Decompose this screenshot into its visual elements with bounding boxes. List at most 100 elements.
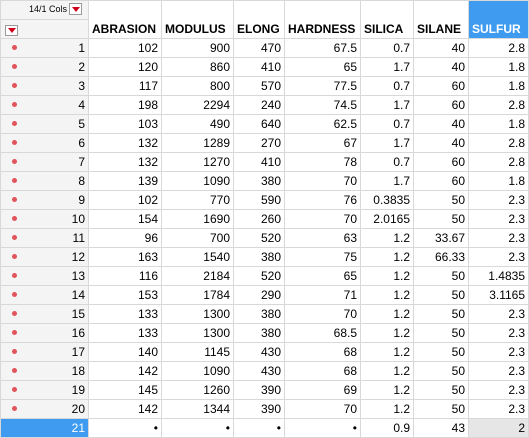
table-row[interactable]: 13 116 2184 520 65 1.2 50 1.4835 [0, 266, 529, 286]
row-header[interactable]: 10 [0, 209, 89, 229]
cell-abrasion[interactable]: 133 [88, 323, 162, 343]
cell-silica[interactable]: 1.2 [360, 266, 414, 286]
cell-sulfur[interactable]: 2.3 [468, 323, 529, 343]
cell-abrasion[interactable]: 153 [88, 285, 162, 305]
cell-modulus[interactable]: 2184 [161, 266, 234, 286]
cell-elong[interactable]: 640 [233, 114, 285, 134]
cell-silica[interactable]: 1.7 [360, 133, 414, 153]
cell-silica[interactable]: 0.7 [360, 152, 414, 172]
cell-sulfur[interactable]: 2.3 [468, 209, 529, 229]
table-row[interactable]: 18 142 1090 430 68 1.2 50 2.3 [0, 361, 529, 381]
table-row[interactable]: 19 145 1260 390 69 1.2 50 2.3 [0, 380, 529, 400]
cell-elong[interactable]: 390 [233, 399, 285, 419]
cell-abrasion[interactable]: 139 [88, 171, 162, 191]
cell-modulus[interactable]: 770 [161, 190, 234, 210]
row-header[interactable]: 8 [0, 171, 89, 191]
table-row[interactable]: 21 • • • • 0.9 43 2 [0, 418, 529, 438]
cell-elong[interactable]: • [233, 418, 285, 438]
cell-modulus[interactable]: 1090 [161, 171, 234, 191]
cell-silane[interactable]: 50 [413, 209, 469, 229]
cell-abrasion[interactable]: 117 [88, 76, 162, 96]
cell-silica[interactable]: 0.7 [360, 38, 414, 58]
cell-silane[interactable]: 50 [413, 380, 469, 400]
cell-elong[interactable]: 290 [233, 285, 285, 305]
cell-hardness[interactable]: 76 [284, 190, 361, 210]
cell-sulfur[interactable]: 2.3 [468, 361, 529, 381]
cell-hardness[interactable]: 74.5 [284, 95, 361, 115]
row-header[interactable]: 1 [0, 38, 89, 58]
row-header[interactable]: 13 [0, 266, 89, 286]
cell-modulus[interactable]: 1145 [161, 342, 234, 362]
cell-hardness[interactable]: 62.5 [284, 114, 361, 134]
cell-silane[interactable]: 50 [413, 323, 469, 343]
cell-hardness[interactable]: 70 [284, 304, 361, 324]
cell-abrasion[interactable]: 154 [88, 209, 162, 229]
cell-elong[interactable]: 520 [233, 266, 285, 286]
cell-silica[interactable]: 0.7 [360, 76, 414, 96]
cell-abrasion[interactable]: 145 [88, 380, 162, 400]
cell-silane[interactable]: 33.67 [413, 228, 469, 248]
cell-elong[interactable]: 380 [233, 323, 285, 343]
cell-silane[interactable]: 50 [413, 304, 469, 324]
cell-silane[interactable]: 40 [413, 38, 469, 58]
cell-elong[interactable]: 380 [233, 304, 285, 324]
cell-modulus[interactable]: 2294 [161, 95, 234, 115]
cell-modulus[interactable]: 860 [161, 57, 234, 77]
cell-modulus[interactable]: 700 [161, 228, 234, 248]
cell-sulfur[interactable]: 1.8 [468, 171, 529, 191]
cell-silica[interactable]: 1.2 [360, 323, 414, 343]
cell-hardness[interactable]: 65 [284, 57, 361, 77]
table-row[interactable]: 10 154 1690 260 70 2.0165 50 2.3 [0, 209, 529, 229]
cell-sulfur[interactable]: 2.8 [468, 38, 529, 58]
cell-hardness[interactable]: 69 [284, 380, 361, 400]
cell-modulus[interactable]: 1690 [161, 209, 234, 229]
cell-elong[interactable]: 380 [233, 171, 285, 191]
cell-hardness[interactable]: 67 [284, 133, 361, 153]
row-header[interactable]: 16 [0, 323, 89, 343]
cell-silica[interactable]: 1.2 [360, 342, 414, 362]
cell-modulus[interactable]: 1540 [161, 247, 234, 267]
cell-silane[interactable]: 50 [413, 399, 469, 419]
cell-silane[interactable]: 50 [413, 285, 469, 305]
cell-sulfur[interactable]: 2.3 [468, 399, 529, 419]
table-row[interactable]: 4 198 2294 240 74.5 1.7 60 2.8 [0, 95, 529, 115]
cell-elong[interactable]: 270 [233, 133, 285, 153]
cell-hardness[interactable]: 63 [284, 228, 361, 248]
cell-abrasion[interactable]: • [88, 418, 162, 438]
cell-modulus[interactable]: 1260 [161, 380, 234, 400]
rows-menu-arrow-icon[interactable] [5, 25, 18, 36]
table-row[interactable]: 1 102 900 470 67.5 0.7 40 2.8 [0, 38, 529, 58]
cell-silica[interactable]: 2.0165 [360, 209, 414, 229]
cell-sulfur[interactable]: 2.3 [468, 190, 529, 210]
row-header[interactable]: 7 [0, 152, 89, 172]
table-row[interactable]: 5 103 490 640 62.5 0.7 40 1.8 [0, 114, 529, 134]
cell-sulfur[interactable]: 1.8 [468, 76, 529, 96]
column-header-silica[interactable]: SILICA [360, 0, 414, 39]
cell-abrasion[interactable]: 142 [88, 399, 162, 419]
cell-silane[interactable]: 60 [413, 95, 469, 115]
cell-modulus[interactable]: 1784 [161, 285, 234, 305]
cell-modulus[interactable]: 900 [161, 38, 234, 58]
row-header[interactable]: 20 [0, 399, 89, 419]
row-header[interactable]: 5 [0, 114, 89, 134]
row-header[interactable]: 6 [0, 133, 89, 153]
cell-silane[interactable]: 60 [413, 152, 469, 172]
row-header[interactable]: 11 [0, 228, 89, 248]
columns-menu-arrow-icon[interactable] [69, 3, 82, 15]
cell-silane[interactable]: 60 [413, 76, 469, 96]
cell-hardness[interactable]: 67.5 [284, 38, 361, 58]
cell-hardness[interactable]: 68 [284, 361, 361, 381]
row-header[interactable]: 2 [0, 57, 89, 77]
cell-silica[interactable]: 1.2 [360, 399, 414, 419]
row-header[interactable]: 19 [0, 380, 89, 400]
column-header-sulfur[interactable]: SULFUR [468, 0, 529, 39]
table-row[interactable]: 2 120 860 410 65 1.7 40 1.8 [0, 57, 529, 77]
cell-sulfur[interactable]: 1.4835 [468, 266, 529, 286]
column-header-hardness[interactable]: HARDNESS [284, 0, 361, 39]
row-header[interactable]: 4 [0, 95, 89, 115]
cell-elong[interactable]: 410 [233, 57, 285, 77]
cell-elong[interactable]: 260 [233, 209, 285, 229]
row-header[interactable]: 17 [0, 342, 89, 362]
cell-modulus[interactable]: • [161, 418, 234, 438]
cell-sulfur[interactable]: 2.3 [468, 342, 529, 362]
